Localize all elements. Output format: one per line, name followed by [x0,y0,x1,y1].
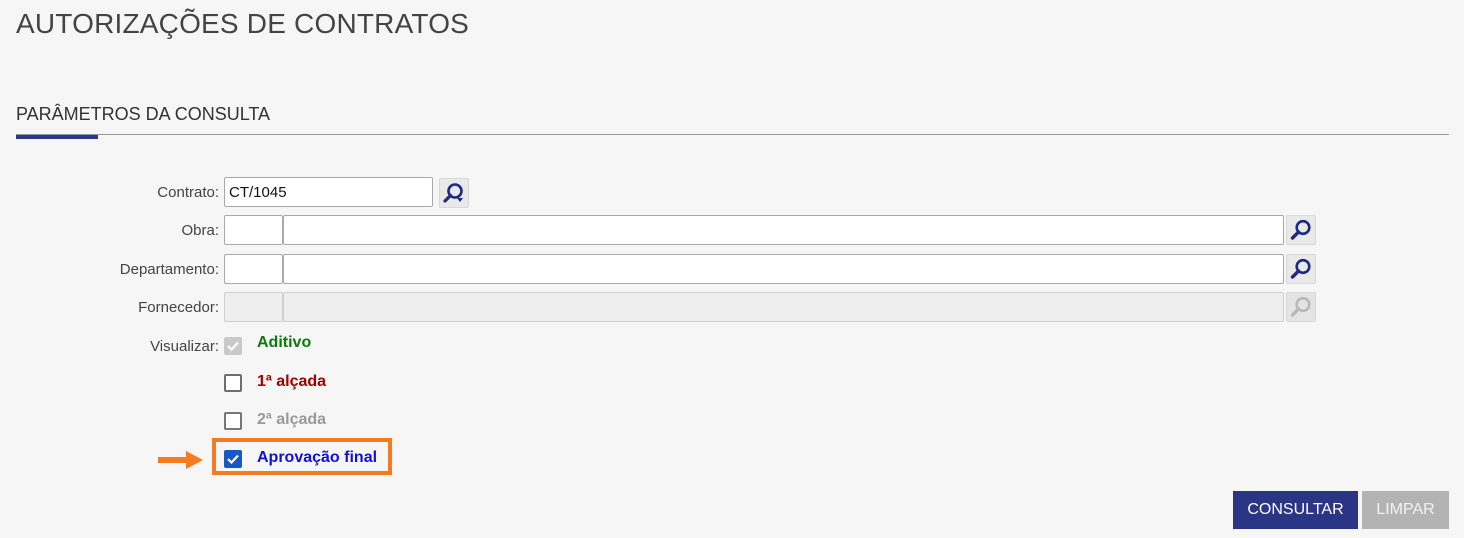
arrow-right-icon [158,451,203,469]
section-divider [16,134,1449,135]
departamento-code-input[interactable] [224,254,283,284]
fornecedor-name-input [283,292,1284,322]
contrato-input[interactable] [224,177,433,207]
search-icon [1290,258,1311,279]
departamento-label: Departamento: [119,261,219,278]
fornecedor-label: Fornecedor: [138,299,219,316]
aprovacao-final-checkbox[interactable] [224,450,242,468]
obra-name-input[interactable] [283,215,1284,245]
check-icon [227,341,239,352]
fornecedor-code-input [224,292,283,322]
segunda-alcada-checkbox[interactable] [224,412,242,430]
primeira-alcada-checkbox[interactable] [224,374,242,392]
aditivo-option-label: Aditivo [257,334,312,351]
departamento-lookup-button[interactable] [1286,254,1316,284]
contrato-lookup-button[interactable] [439,178,469,208]
obra-code-input[interactable] [224,215,283,245]
section-accent-bar [16,135,98,139]
limpar-button[interactable]: LIMPAR [1362,491,1449,529]
aditivo-checkbox [224,337,242,355]
contrato-label: Contrato: [157,184,219,201]
section-title: PARÂMETROS DA CONSULTA [16,104,271,124]
visualizar-label: Visualizar: [150,338,219,355]
search-icon [1290,219,1311,240]
departamento-name-input[interactable] [283,254,1284,284]
consultar-button[interactable]: CONSULTAR [1233,491,1358,529]
aprovacao-final-option-label: Aprovação final [257,449,378,466]
search-refresh-icon [443,183,463,203]
obra-lookup-button[interactable] [1286,215,1316,245]
obra-label: Obra: [181,222,219,239]
segunda-alcada-option-label: 2ª alçada [257,411,327,428]
page-title: AUTORIZAÇÕES DE CONTRATOS [16,8,470,39]
primeira-alcada-option-label: 1ª alçada [257,373,327,390]
check-icon [227,454,239,465]
fornecedor-lookup-button [1286,292,1316,322]
search-icon [1290,296,1311,317]
